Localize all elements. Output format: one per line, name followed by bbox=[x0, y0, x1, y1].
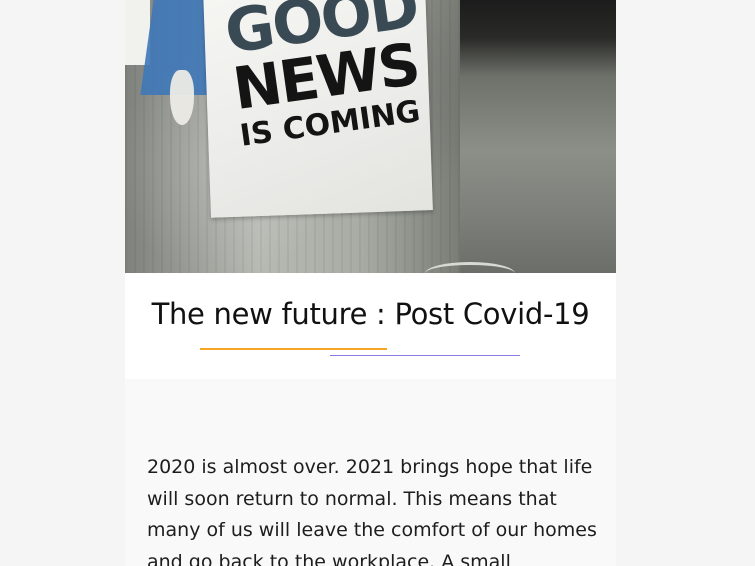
title-underline-violet bbox=[330, 355, 520, 356]
title-underline-orange bbox=[200, 348, 387, 350]
page-title: The new future : Post Covid-19 bbox=[151, 297, 590, 331]
title-section: The new future : Post Covid-19 bbox=[125, 273, 616, 379]
article-content: 2020 is almost over. 2021 brings hope th… bbox=[125, 379, 616, 566]
poster-text: GOOD NEWS IS COMING bbox=[221, 0, 441, 154]
hero-image: GOOD NEWS IS COMING bbox=[125, 0, 616, 273]
blurred-background bbox=[460, 0, 616, 273]
article-body: 2020 is almost over. 2021 brings hope th… bbox=[147, 456, 597, 566]
article-card: GOOD NEWS IS COMING The new future : Pos… bbox=[125, 0, 616, 566]
paper-scrap bbox=[170, 70, 194, 125]
good-news-poster: GOOD NEWS IS COMING bbox=[203, 0, 433, 218]
